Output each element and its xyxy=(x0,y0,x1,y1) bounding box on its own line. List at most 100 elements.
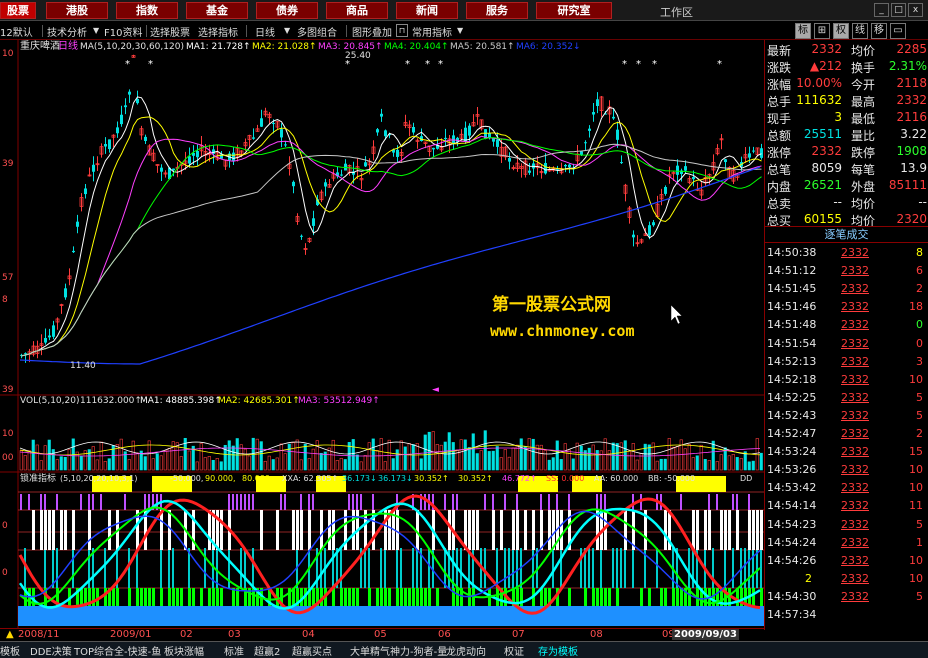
indicator-cyan-bar xyxy=(444,548,446,588)
trade-price: 2332 xyxy=(841,390,869,404)
lock-icon[interactable]: ⊓ xyxy=(396,24,408,37)
stock-chart-area[interactable]: * * * * * * * * * *◄ 重庆啤酒 日线 MA(5,10,20,30,60,120… xyxy=(0,40,764,628)
candle-body xyxy=(432,147,435,150)
candle-body xyxy=(76,221,79,227)
quote-value: 3 xyxy=(834,110,842,124)
volume-bar xyxy=(523,446,527,471)
volume-bar xyxy=(59,456,63,471)
quote-value: 2332 xyxy=(811,42,842,56)
bottom-tab[interactable]: 超赢买点 xyxy=(292,643,332,658)
trade-time: 2 xyxy=(805,571,812,585)
indicator-cyan-bar xyxy=(760,548,762,588)
bottom-tab[interactable]: 龙虎动向 xyxy=(446,643,486,658)
common-indicators-button[interactable]: 常用指标 xyxy=(412,24,452,39)
bottom-tab[interactable]: DDE决策 xyxy=(30,643,72,658)
close-icon[interactable]: x xyxy=(908,3,923,17)
tab-rights[interactable]: 权 xyxy=(833,23,849,39)
indicator-white-bar xyxy=(540,510,543,550)
indicator-cyan-bar xyxy=(396,548,398,588)
nav-stocks-button[interactable]: 股票 xyxy=(0,2,36,19)
date-label: 02 xyxy=(180,629,193,640)
nav-research-button[interactable]: 研究室 xyxy=(536,2,612,19)
indicator-purple-bar xyxy=(56,494,58,510)
scroll-left-icon[interactable]: ▲ xyxy=(6,629,14,640)
indicator-purple-bar xyxy=(680,494,682,510)
bottom-tab[interactable]: 存为模板 xyxy=(538,643,578,658)
indicator-purple-bar xyxy=(300,494,302,510)
bottom-tab[interactable]: 标准 xyxy=(224,643,244,658)
nav-index-button[interactable]: 指数 xyxy=(116,2,178,19)
trade-volume: 15 xyxy=(909,445,923,459)
minimize-icon[interactable]: _ xyxy=(874,3,889,17)
bottom-tab[interactable]: 权证 xyxy=(504,643,524,658)
trade-row: 14:53:26 2332 10 xyxy=(765,463,928,481)
work-area-label[interactable]: 工作区 xyxy=(660,4,693,20)
trade-price: 2332 xyxy=(841,463,869,477)
indicator-purple-bar xyxy=(568,494,570,510)
dropdown-arrow-icon[interactable]: ▼ xyxy=(93,26,99,35)
quote-value: 2.31% xyxy=(888,59,927,73)
indicator-green-bar xyxy=(380,588,383,606)
nav-hk-stocks-button[interactable]: 港股 xyxy=(46,2,108,19)
nav-fund-button[interactable]: 基金 xyxy=(186,2,248,19)
tab-grid[interactable]: ⊞ xyxy=(814,23,830,39)
select-indicator-menu[interactable]: 选择指标 xyxy=(198,24,238,39)
indicator-base-block xyxy=(18,606,764,626)
date-label: 05 xyxy=(374,629,387,640)
bottom-tab[interactable]: TOP综合 xyxy=(74,643,114,658)
dropdown-arrow-icon[interactable]: ▼ xyxy=(457,26,463,35)
tab-mark[interactable]: 标 xyxy=(795,23,811,39)
bottom-tab[interactable]: 全-快速-鱼 xyxy=(114,643,161,658)
bottom-tab[interactable]: 超赢2 xyxy=(254,643,280,658)
indicator-purple-bar xyxy=(80,494,82,510)
trade-row: 14:52:18 2332 10 xyxy=(765,373,928,391)
indicator-green-bar xyxy=(80,588,83,606)
candle-body xyxy=(84,188,87,195)
bottom-tab[interactable]: 大单精气神力-狗者-量 xyxy=(350,643,447,658)
bottom-tab[interactable]: 板块涨幅 xyxy=(164,643,204,658)
dropdown-arrow-icon[interactable]: ▼ xyxy=(284,26,290,35)
tab-move[interactable]: 移 xyxy=(871,23,887,39)
date-label: 2009/01 xyxy=(110,629,152,640)
indicator-green-bar xyxy=(140,588,143,606)
candle-body xyxy=(584,142,587,144)
trade-row: 14:52:13 2332 3 xyxy=(765,355,928,373)
tab-window[interactable]: ▭ xyxy=(890,23,906,39)
quote-label: 跌停 xyxy=(851,146,876,160)
bottom-tab[interactable]: 模板 xyxy=(0,643,20,658)
template-default-dropdown[interactable]: 12默认 xyxy=(0,24,33,39)
tab-line[interactable]: 线 xyxy=(852,23,868,39)
trade-volume: 10 xyxy=(909,481,923,495)
nav-news-button[interactable]: 新闻 xyxy=(396,2,458,19)
volume-bar xyxy=(519,438,523,471)
indicator-value: 36.173↓ xyxy=(378,474,413,483)
chart-overlay-button[interactable]: 图形叠加 xyxy=(352,24,392,39)
indicator-green-bar xyxy=(760,588,763,606)
nav-bond-button[interactable]: 债券 xyxy=(256,2,318,19)
quote-label: 均价 xyxy=(851,44,876,58)
indicator-white-bar xyxy=(524,510,527,550)
select-stock-menu[interactable]: 选择股票 xyxy=(150,24,190,39)
date-label: 04 xyxy=(302,629,315,640)
indicator-purple-bar xyxy=(452,494,454,510)
candle-body xyxy=(588,128,591,131)
candle-body xyxy=(384,130,387,137)
nav-service-button[interactable]: 服务 xyxy=(466,2,528,19)
daily-period-button[interactable]: 日线 xyxy=(255,24,275,39)
signal-star-icon: * xyxy=(405,59,410,70)
indicator-green-bar xyxy=(160,588,163,606)
f10-info-menu[interactable]: F10资料 xyxy=(104,24,142,39)
candle-body xyxy=(508,158,511,162)
trades-header[interactable]: 逐笔成交 xyxy=(765,226,928,243)
trade-time: 14:51:54 xyxy=(767,336,817,350)
ma-params-label: MA(5,10,20,30,60,120) xyxy=(80,42,184,52)
technical-analysis-menu[interactable]: 技术分析 xyxy=(47,24,87,39)
maximize-icon[interactable]: □ xyxy=(891,3,906,17)
trade-time: 14:54:14 xyxy=(767,499,817,513)
multi-chart-combo-button[interactable]: 多图组合 xyxy=(297,24,337,39)
volume-bar xyxy=(63,456,67,471)
nav-commodity-button[interactable]: 商品 xyxy=(326,2,388,19)
quote-value: 1908 xyxy=(896,144,927,158)
indicator-white-bar xyxy=(300,510,303,550)
indicator-purple-bar xyxy=(604,494,606,510)
